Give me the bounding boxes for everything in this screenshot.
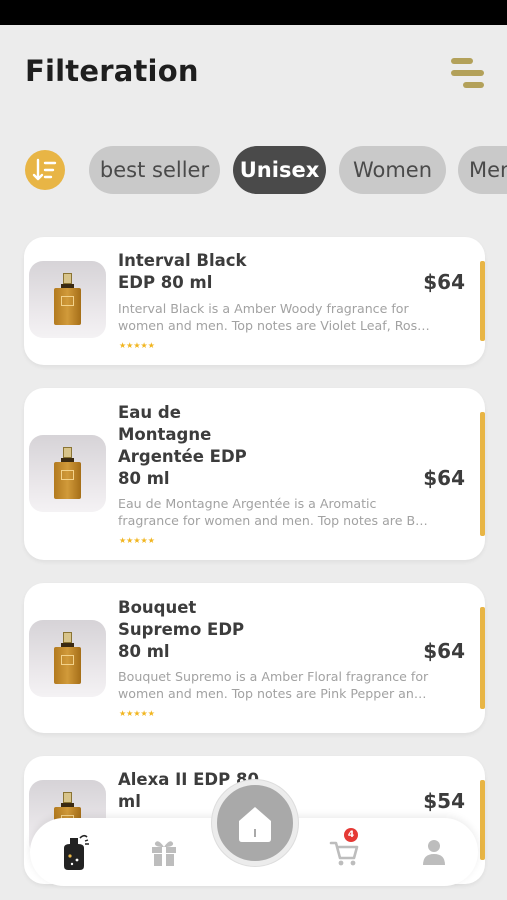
cart-icon xyxy=(329,841,359,866)
chip-men[interactable]: Men xyxy=(458,146,507,194)
product-image xyxy=(29,620,106,697)
product-description: Bouquet Supremo is a Amber Floral fragra… xyxy=(118,669,429,701)
product-price: $54 xyxy=(423,789,465,813)
sort-icon xyxy=(32,158,57,181)
product-description: Eau de Montagne Argentée is a Aromatic f… xyxy=(118,496,428,528)
menu-button[interactable] xyxy=(446,56,488,92)
product-card[interactable]: Interval Black EDP 80 ml $64 Interval Bl… xyxy=(24,237,485,365)
chip-best-seller[interactable]: best seller xyxy=(89,146,220,194)
product-name: Bouquet Supremo EDP 80 ml xyxy=(118,598,245,661)
perfume-icon xyxy=(64,834,89,870)
sort-button[interactable] xyxy=(25,150,65,190)
rating-stars: ★★★★★ xyxy=(119,709,155,718)
product-card[interactable]: Bouquet Supremo EDP 80 ml $64 Bouquet Su… xyxy=(24,583,485,733)
status-bar xyxy=(0,0,507,25)
card-accent xyxy=(480,261,485,341)
menu-icon-bar xyxy=(451,70,484,76)
menu-icon-bar xyxy=(463,82,484,88)
card-accent xyxy=(480,412,485,536)
page-title: Filteration xyxy=(25,54,199,88)
home-icon xyxy=(239,807,271,842)
product-price: $64 xyxy=(423,466,465,490)
product-image xyxy=(29,435,106,512)
product-name: Interval Black EDP 80 ml xyxy=(118,251,247,292)
card-accent xyxy=(480,780,485,860)
nav-profile[interactable] xyxy=(416,834,452,870)
product-description: Interval Black is a Amber Woody fragranc… xyxy=(118,301,430,333)
product-image xyxy=(29,261,106,338)
gift-icon xyxy=(152,841,176,866)
home-button[interactable] xyxy=(212,780,298,866)
profile-icon xyxy=(423,840,445,865)
cart-badge: 4 xyxy=(344,828,358,842)
filter-chips: best seller Unisex Women Men xyxy=(0,146,507,196)
product-name: Eau de Montagne Argentée EDP 80 ml xyxy=(118,403,247,488)
product-card[interactable]: Eau de Montagne Argentée EDP 80 ml $64 E… xyxy=(24,388,485,560)
nav-gifts[interactable] xyxy=(146,834,182,870)
product-price: $64 xyxy=(423,639,465,663)
nav-cart[interactable] xyxy=(326,834,362,870)
menu-icon xyxy=(451,58,473,64)
chip-unisex[interactable]: Unisex xyxy=(233,146,326,194)
rating-stars: ★★★★★ xyxy=(119,536,155,545)
nav-perfume[interactable] xyxy=(56,832,92,870)
chip-women[interactable]: Women xyxy=(339,146,446,194)
rating-stars: ★★★★★ xyxy=(119,341,155,350)
card-accent xyxy=(480,607,485,709)
product-price: $64 xyxy=(423,270,465,294)
